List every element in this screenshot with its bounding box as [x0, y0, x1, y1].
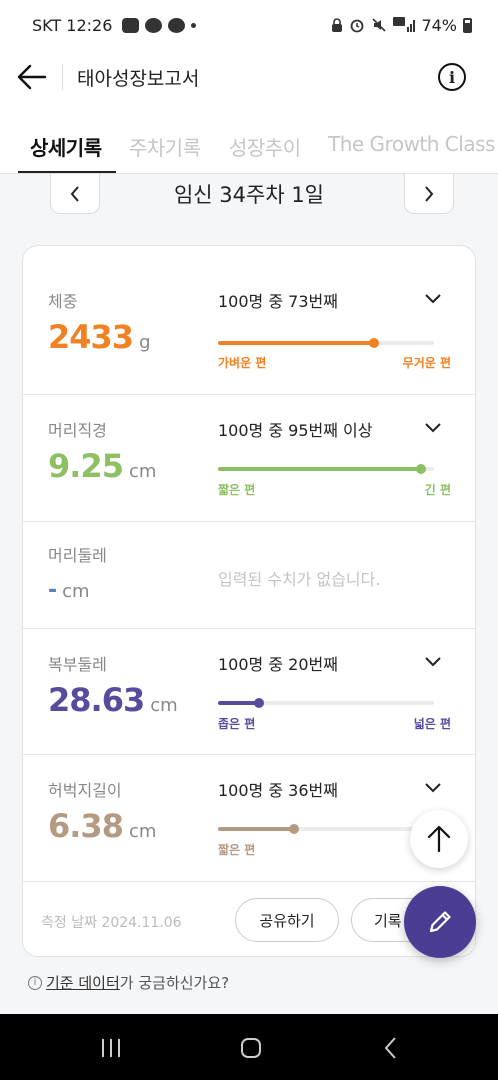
metric-unit: g	[139, 332, 151, 353]
tab-detail-record[interactable]: 상세기록	[30, 132, 102, 161]
scale-right-label: 긴 편	[424, 483, 451, 497]
percentile-fill	[218, 467, 421, 471]
scroll-top-button[interactable]	[410, 810, 468, 868]
percentile-track	[218, 698, 434, 708]
arrow-up-icon	[427, 825, 451, 853]
metric-value: - cm	[48, 578, 90, 603]
metric-value: 28.63 cm	[48, 681, 178, 719]
metric-rank: 100명 중 95번째 이상	[218, 421, 373, 440]
scale-left-label: 짧은 편	[218, 843, 256, 857]
metric-rank: 100명 중 20번째	[218, 655, 338, 674]
metric-unit: cm	[128, 461, 157, 482]
percentile-fill	[218, 827, 294, 831]
metric-name: 복부둘레	[48, 655, 107, 674]
reference-data-help: i 기준 데이터 가 궁금하신가요?	[28, 972, 229, 993]
percentile-knob	[289, 824, 299, 834]
scale-right-label: 무거운 편	[402, 356, 451, 370]
chevron-down-icon[interactable]	[423, 288, 443, 308]
share-button[interactable]: 공유하기	[235, 898, 339, 942]
tab-growth-trend[interactable]: 성장추이	[229, 132, 301, 161]
more-notifications-icon	[191, 22, 197, 28]
metric-row-head-circumference: 머리둘레 - cm 입력된 수치가 없습니다.	[23, 522, 475, 629]
message-notification-icon	[145, 17, 163, 33]
metric-unit: cm	[128, 821, 157, 842]
scale-right-label: 넓은 편	[413, 717, 451, 731]
metric-row-head-diameter[interactable]: 머리직경 9.25 cm 100명 중 95번째 이상 짧은 편 긴 편	[23, 395, 475, 522]
app-header: 태아성장보고서 i	[0, 50, 498, 104]
lock-icon	[332, 17, 343, 32]
percentile-track	[218, 824, 434, 834]
measurement-date: 측정 날짜 2024.11.06	[41, 915, 182, 931]
status-time: SKT 12:26	[32, 15, 113, 35]
metric-name: 체중	[48, 292, 78, 311]
chevron-down-icon[interactable]	[423, 777, 443, 797]
tab-growth-class[interactable]: The Growth Class	[328, 132, 495, 156]
tab-weekly-record[interactable]: 주차기록	[129, 132, 201, 161]
chevron-right-icon	[425, 185, 434, 202]
metric-name: 머리직경	[48, 421, 107, 440]
percentile-track	[218, 464, 434, 474]
metric-rank: 100명 중 73번째	[218, 292, 338, 311]
metric-name: 허벅지길이	[48, 781, 122, 800]
percentile-fill	[218, 701, 259, 705]
home-icon	[241, 1038, 261, 1058]
next-week-button[interactable]	[404, 174, 454, 214]
recents-button[interactable]	[96, 1034, 126, 1062]
back-nav-icon	[384, 1037, 396, 1059]
edit-fab-button[interactable]	[404, 886, 476, 958]
page-title: 태아성장보고서	[77, 67, 200, 90]
system-nav-bar	[0, 1014, 498, 1080]
notification-icons	[122, 17, 197, 33]
growth-card: 체중 2433 g 100명 중 73번째 가벼운 편 무거운 편 머리직경 9.…	[22, 245, 476, 957]
pencil-icon	[429, 911, 451, 933]
week-navigator: 임신 34주차 1일	[0, 174, 498, 238]
scale-left-label: 가벼운 편	[218, 356, 267, 370]
talk-notification-icon	[168, 17, 186, 33]
info-button[interactable]: i	[438, 63, 466, 91]
gallery-notification-icon	[122, 17, 140, 33]
metric-row-abdominal-circumference[interactable]: 복부둘레 28.63 cm 100명 중 20번째 좁은 편 넓은 편	[23, 629, 475, 755]
metric-unit: cm	[62, 581, 90, 602]
signal-5g-icon	[393, 17, 416, 32]
reference-data-link[interactable]: 기준 데이터	[46, 972, 120, 993]
chevron-down-icon[interactable]	[423, 417, 443, 437]
percentile-knob	[254, 698, 264, 708]
alarm-icon	[351, 19, 364, 33]
percentile-knob	[369, 338, 379, 348]
metric-name: 머리둘레	[48, 546, 107, 565]
scale-left-label: 짧은 편	[218, 483, 256, 497]
percentile-track	[218, 338, 434, 348]
info-small-icon: i	[28, 975, 42, 990]
header-divider	[62, 64, 63, 90]
back-button[interactable]	[2, 50, 62, 104]
arrow-left-icon	[17, 64, 47, 90]
metric-unit: cm	[150, 695, 178, 716]
metric-value: 6.38 cm	[48, 807, 157, 845]
home-button[interactable]	[236, 1034, 266, 1062]
scale-left-label: 좁은 편	[218, 717, 256, 731]
metric-row-femur-length[interactable]: 허벅지길이 6.38 cm 100명 중 36번째 짧은 편	[23, 755, 475, 882]
metric-value: 2433 g	[48, 318, 151, 356]
recents-icon	[102, 1039, 120, 1057]
mute-icon	[372, 18, 387, 32]
battery-percent: 74%	[421, 15, 457, 35]
info-icon: i	[448, 67, 456, 87]
tab-bar: 상세기록 주차기록 성장추이 The Growth Class	[0, 104, 498, 174]
percentile-knob	[416, 464, 426, 474]
battery-icon	[463, 17, 472, 33]
metric-rank: 100명 중 36번째	[218, 781, 338, 800]
metric-row-weight[interactable]: 체중 2433 g 100명 중 73번째 가벼운 편 무거운 편	[23, 246, 475, 395]
percentile-fill	[218, 341, 374, 345]
metric-value: 9.25 cm	[48, 447, 157, 485]
back-nav-button[interactable]	[376, 1034, 406, 1062]
system-icons: 74%	[331, 16, 472, 35]
no-data-message: 입력된 수치가 없습니다.	[218, 570, 381, 589]
help-text: 가 궁금하신가요?	[119, 974, 230, 992]
status-bar: SKT 12:26 74%	[0, 0, 498, 50]
chevron-down-icon[interactable]	[423, 651, 443, 671]
